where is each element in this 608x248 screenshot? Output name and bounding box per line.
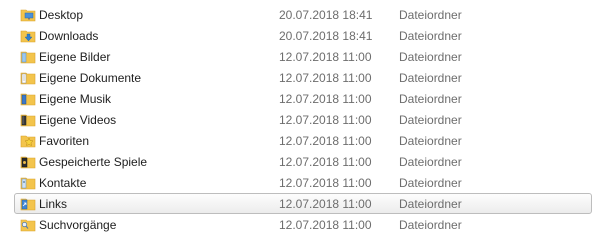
folder-contacts-icon <box>20 175 36 191</box>
file-date: 12.07.2018 11:00 <box>279 50 372 64</box>
file-name: Favoriten <box>39 134 90 148</box>
folder-desktop-icon <box>20 7 36 23</box>
file-row-eigene-musik[interactable]: Eigene Musik 12.07.2018 11:00 Dateiordne… <box>0 88 608 109</box>
file-type: Dateiordner <box>399 134 462 148</box>
file-type: Dateiordner <box>399 50 462 64</box>
file-name: Eigene Musik <box>39 92 112 106</box>
file-name: Gespeicherte Spiele <box>39 155 148 169</box>
file-date: 12.07.2018 11:00 <box>279 155 372 169</box>
file-row-eigene-videos[interactable]: Eigene Videos 12.07.2018 11:00 Dateiordn… <box>0 109 608 130</box>
file-type: Dateiordner <box>399 92 462 106</box>
file-row-downloads[interactable]: Downloads 20.07.2018 18:41 Dateiordner <box>0 25 608 46</box>
folder-games-icon <box>20 154 36 170</box>
file-type: Dateiordner <box>399 155 462 169</box>
file-type: Dateiordner <box>399 71 462 85</box>
folder-pictures-icon <box>20 49 36 65</box>
file-date: 12.07.2018 11:00 <box>279 197 372 211</box>
file-type: Dateiordner <box>399 29 462 43</box>
file-name: Links <box>39 197 68 211</box>
folder-documents-icon <box>20 70 36 86</box>
file-type: Dateiordner <box>399 197 462 211</box>
folder-links-icon <box>20 196 36 212</box>
file-row-eigene-dokumente[interactable]: Eigene Dokumente 12.07.2018 11:00 Dateio… <box>0 67 608 88</box>
file-date: 12.07.2018 11:00 <box>279 71 372 85</box>
file-list: Desktop 20.07.2018 18:41 Dateiordner Dow… <box>0 4 608 235</box>
folder-searches-icon <box>20 217 36 233</box>
file-date: 20.07.2018 18:41 <box>279 29 373 43</box>
folder-downloads-icon <box>20 28 36 44</box>
file-date: 12.07.2018 11:00 <box>279 176 372 190</box>
file-type: Dateiordner <box>399 218 462 232</box>
file-date: 12.07.2018 11:00 <box>279 92 372 106</box>
file-row-desktop[interactable]: Desktop 20.07.2018 18:41 Dateiordner <box>0 4 608 25</box>
file-type: Dateiordner <box>399 8 462 22</box>
file-name: Suchvorgänge <box>39 218 117 232</box>
file-name: Eigene Dokumente <box>39 71 142 85</box>
file-date: 20.07.2018 18:41 <box>279 8 373 22</box>
folder-favorites-icon <box>20 133 36 149</box>
file-name: Desktop <box>39 8 84 22</box>
file-date: 12.07.2018 11:00 <box>279 134 372 148</box>
file-row-eigene-bilder[interactable]: Eigene Bilder 12.07.2018 11:00 Dateiordn… <box>0 46 608 67</box>
folder-music-icon <box>20 91 36 107</box>
file-row-gespeicherte-spiele[interactable]: Gespeicherte Spiele 12.07.2018 11:00 Dat… <box>0 151 608 172</box>
file-row-favoriten[interactable]: Favoriten 12.07.2018 11:00 Dateiordner <box>0 130 608 151</box>
file-date: 12.07.2018 11:00 <box>279 218 372 232</box>
file-date: 12.07.2018 11:00 <box>279 113 372 127</box>
file-name: Eigene Bilder <box>39 50 111 64</box>
file-row-links[interactable]: Links 12.07.2018 11:00 Dateiordner <box>14 193 592 214</box>
folder-videos-icon <box>20 112 36 128</box>
file-name: Kontakte <box>39 176 87 190</box>
file-name: Eigene Videos <box>39 113 117 127</box>
file-row-kontakte[interactable]: Kontakte 12.07.2018 11:00 Dateiordner <box>0 172 608 193</box>
file-name: Downloads <box>39 29 99 43</box>
file-type: Dateiordner <box>399 176 462 190</box>
file-type: Dateiordner <box>399 113 462 127</box>
file-row-suchvorgaenge[interactable]: Suchvorgänge 12.07.2018 11:00 Dateiordne… <box>0 214 608 235</box>
